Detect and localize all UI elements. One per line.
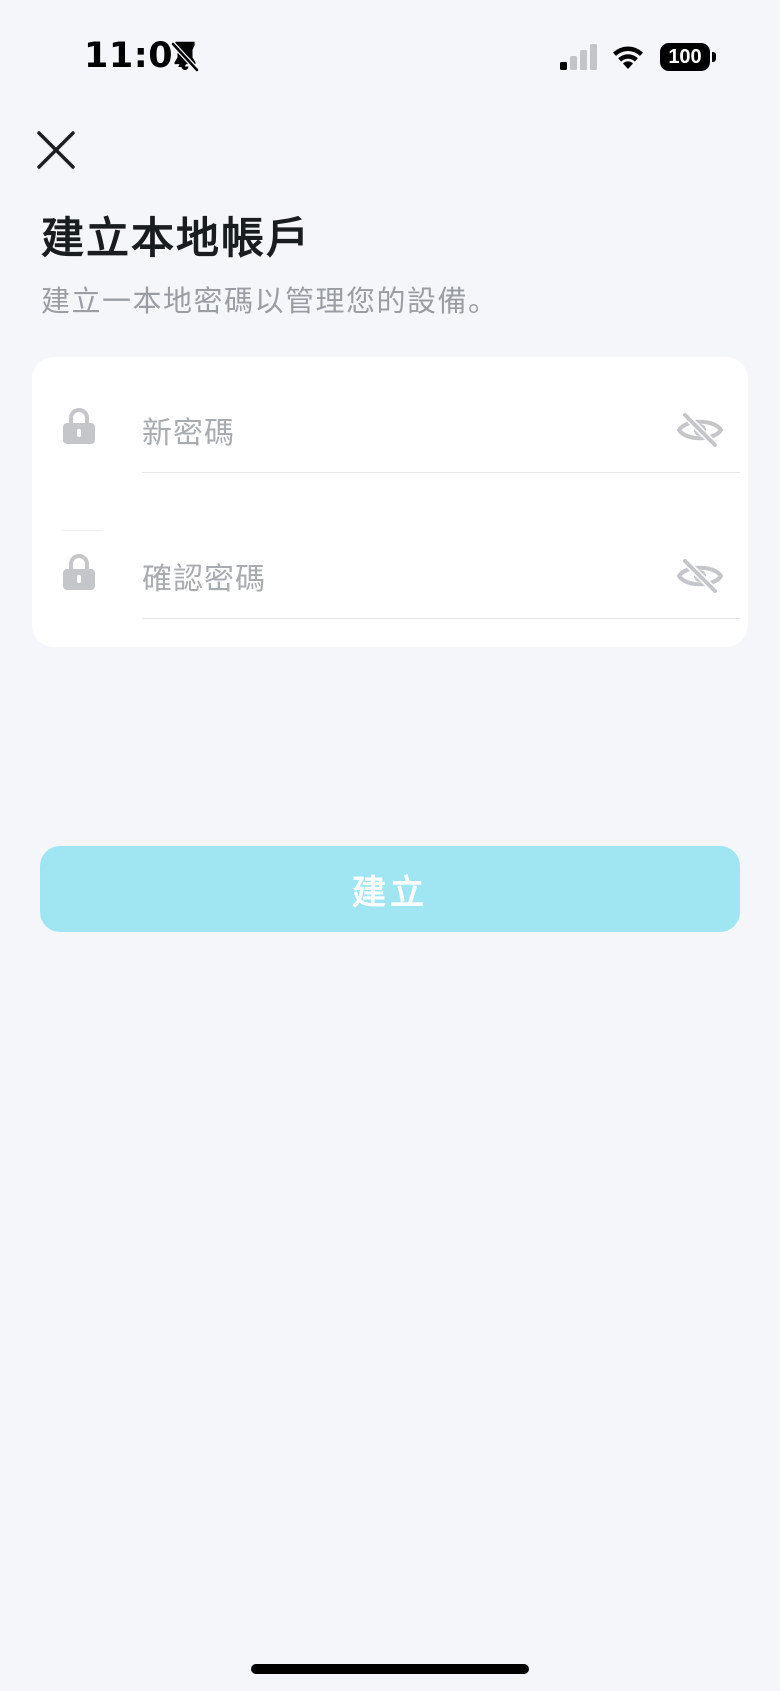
lock-icon: [63, 408, 95, 444]
status-bar: 11:07 100: [0, 0, 780, 110]
page-title: 建立本地帳戶: [41, 214, 311, 264]
battery-level: 100: [660, 43, 710, 71]
page-subtitle: 建立一本地密碼以管理您的設備。: [41, 284, 499, 318]
create-button[interactable]: 建立: [40, 846, 740, 932]
row-divider: [62, 530, 102, 531]
wifi-icon: [613, 46, 643, 69]
home-indicator[interactable]: [251, 1664, 529, 1674]
new-password-row: [32, 387, 748, 531]
signal-icon: [560, 44, 597, 70]
eye-off-icon[interactable]: [676, 557, 724, 595]
confirm-password-row: [32, 533, 748, 653]
battery-tip: [712, 52, 716, 62]
confirm-password-input[interactable]: [142, 557, 622, 601]
bell-off-icon: [171, 42, 199, 72]
eye-off-icon[interactable]: [676, 411, 724, 449]
confirm-password-underline: [142, 618, 740, 619]
close-icon[interactable]: [34, 128, 78, 172]
battery-icon: 100: [660, 43, 716, 71]
lock-icon: [63, 554, 95, 590]
password-form-card: [32, 357, 748, 647]
new-password-underline: [142, 472, 740, 473]
new-password-input[interactable]: [142, 411, 622, 455]
